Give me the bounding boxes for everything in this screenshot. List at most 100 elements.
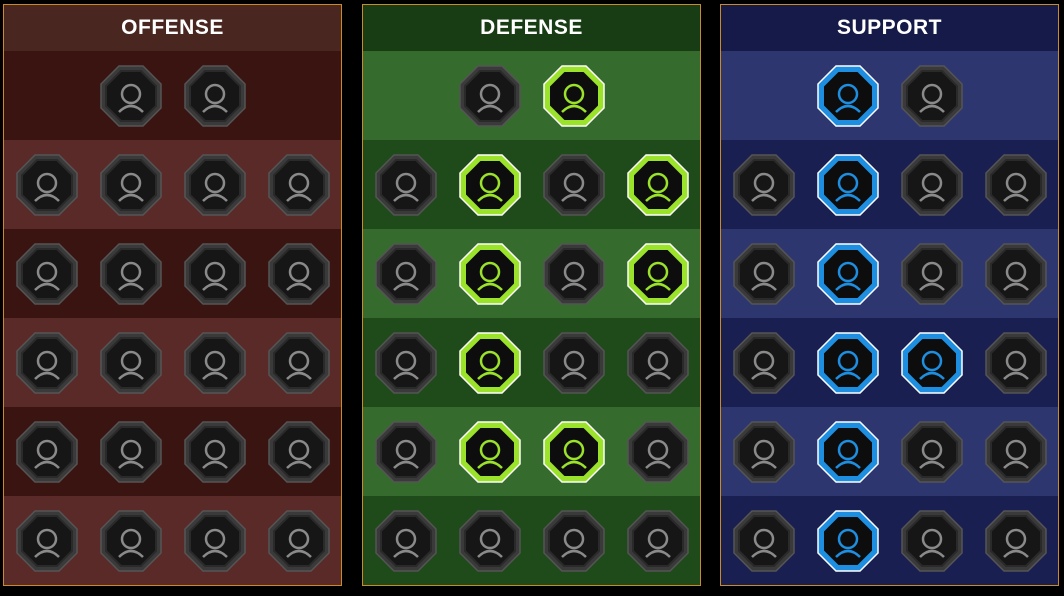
heart-burst-icon[interactable] [267, 153, 331, 217]
support-slot [890, 509, 974, 573]
heart-chain-icon[interactable] [732, 331, 796, 395]
offense-tier-4 [4, 318, 341, 407]
energy-shield-icon[interactable] [816, 153, 880, 217]
knight-shield-icon[interactable] [458, 242, 522, 306]
support-tier-1 [721, 51, 1058, 140]
bearded-warrior-icon[interactable] [542, 509, 606, 573]
shield-breaker-icon[interactable] [183, 153, 247, 217]
spartan-skull-icon[interactable] [267, 509, 331, 573]
bleeding-sword-icon[interactable] [15, 331, 79, 395]
piercing-sword-icon[interactable] [99, 153, 163, 217]
support-tiers [721, 51, 1058, 585]
shadow-twins-icon[interactable] [984, 242, 1048, 306]
offense-panel: OFFENSE [3, 4, 342, 586]
defense-tier-1 [363, 51, 700, 140]
fist-sigil-icon[interactable] [900, 509, 964, 573]
defense-slot [532, 153, 616, 217]
dagger-circle-icon[interactable] [183, 420, 247, 484]
offense-slot [5, 509, 89, 573]
open-hand-icon[interactable] [542, 331, 606, 395]
defense-slot [616, 331, 700, 395]
comet-icon[interactable] [816, 331, 880, 395]
broken-blades-icon[interactable] [626, 153, 690, 217]
potion-flask-icon[interactable] [732, 509, 796, 573]
winged-shield-icon[interactable] [458, 509, 522, 573]
support-slot [806, 64, 890, 128]
defense-slot [448, 509, 532, 573]
crossed-swords-icon[interactable] [99, 64, 163, 128]
defense-slot [616, 420, 700, 484]
clenched-fist-icon[interactable] [267, 242, 331, 306]
defense-tiers [363, 51, 700, 585]
skull-streak-icon[interactable] [183, 242, 247, 306]
strongman-icon[interactable] [626, 509, 690, 573]
defense-slot [616, 242, 700, 306]
lightning-shield-icon[interactable] [816, 242, 880, 306]
skull-bubbles-icon[interactable] [99, 420, 163, 484]
shield-charge-icon[interactable] [984, 153, 1048, 217]
offense-slot [5, 242, 89, 306]
axe-strike-icon[interactable] [183, 331, 247, 395]
support-slot [806, 242, 890, 306]
triple-slash-icon[interactable] [183, 64, 247, 128]
defense-slot [616, 153, 700, 217]
triple-claw-icon[interactable] [458, 420, 522, 484]
compass-star-icon[interactable] [732, 420, 796, 484]
defense-slot [616, 509, 700, 573]
spiral-wave-icon[interactable] [900, 64, 964, 128]
raised-fist-icon[interactable] [542, 64, 606, 128]
layered-shield-icon[interactable] [374, 153, 438, 217]
defense-slot [364, 242, 448, 306]
healing-figure-icon[interactable] [732, 242, 796, 306]
spiky-knight-icon[interactable] [374, 509, 438, 573]
flaming-skull-icon[interactable] [900, 153, 964, 217]
offense-slot [173, 153, 257, 217]
open-book-icon[interactable] [900, 331, 964, 395]
knight-helmet-icon[interactable] [99, 509, 163, 573]
offense-slot [257, 242, 341, 306]
hourglass-icon[interactable] [458, 331, 522, 395]
armored-archer-icon[interactable] [15, 242, 79, 306]
aura-head-icon[interactable] [626, 242, 690, 306]
heart-shield-icon[interactable] [458, 153, 522, 217]
defense-slot [532, 420, 616, 484]
blade-strike-icon[interactable] [15, 420, 79, 484]
offense-tier-2 [4, 140, 341, 229]
eagle-head-icon[interactable] [984, 509, 1048, 573]
heart-plus-icon[interactable] [816, 64, 880, 128]
stick-figure-icon[interactable] [984, 420, 1048, 484]
support-slot [722, 242, 806, 306]
muscle-torso-icon[interactable] [542, 153, 606, 217]
offense-slot [257, 153, 341, 217]
bull-skull-icon[interactable] [626, 331, 690, 395]
support-slot [722, 509, 806, 573]
sword-sparkle-icon[interactable] [15, 509, 79, 573]
dash-runner-icon[interactable] [374, 420, 438, 484]
fanged-maw-icon[interactable] [99, 242, 163, 306]
angry-eyes-icon[interactable] [984, 331, 1048, 395]
hammer-fist-icon[interactable] [99, 331, 163, 395]
shadow-warrior-icon[interactable] [374, 242, 438, 306]
praying-hands-icon[interactable] [732, 153, 796, 217]
defense-slot [448, 64, 532, 128]
horned-warrior-icon[interactable] [15, 153, 79, 217]
support-tier-3 [721, 229, 1058, 318]
all-seeing-eye-icon[interactable] [900, 420, 964, 484]
brick-wall-icon[interactable] [458, 64, 522, 128]
chain-lightning-icon[interactable] [267, 331, 331, 395]
support-slot [890, 242, 974, 306]
defense-slot [364, 153, 448, 217]
horned-skull-icon[interactable] [816, 509, 880, 573]
sun-skull-icon[interactable] [542, 420, 606, 484]
offense-slot [257, 420, 341, 484]
offense-header: OFFENSE [4, 5, 341, 51]
crowd-icon[interactable] [374, 331, 438, 395]
offense-tiers [4, 51, 341, 585]
circular-arrow-icon[interactable] [626, 420, 690, 484]
winged-boot-icon[interactable] [816, 420, 880, 484]
lightning-warrior-icon[interactable] [267, 420, 331, 484]
cracked-ground-icon[interactable] [900, 242, 964, 306]
offense-tier-6 [4, 496, 341, 585]
skull-heart-icon[interactable] [542, 242, 606, 306]
horned-demon-icon[interactable] [183, 509, 247, 573]
